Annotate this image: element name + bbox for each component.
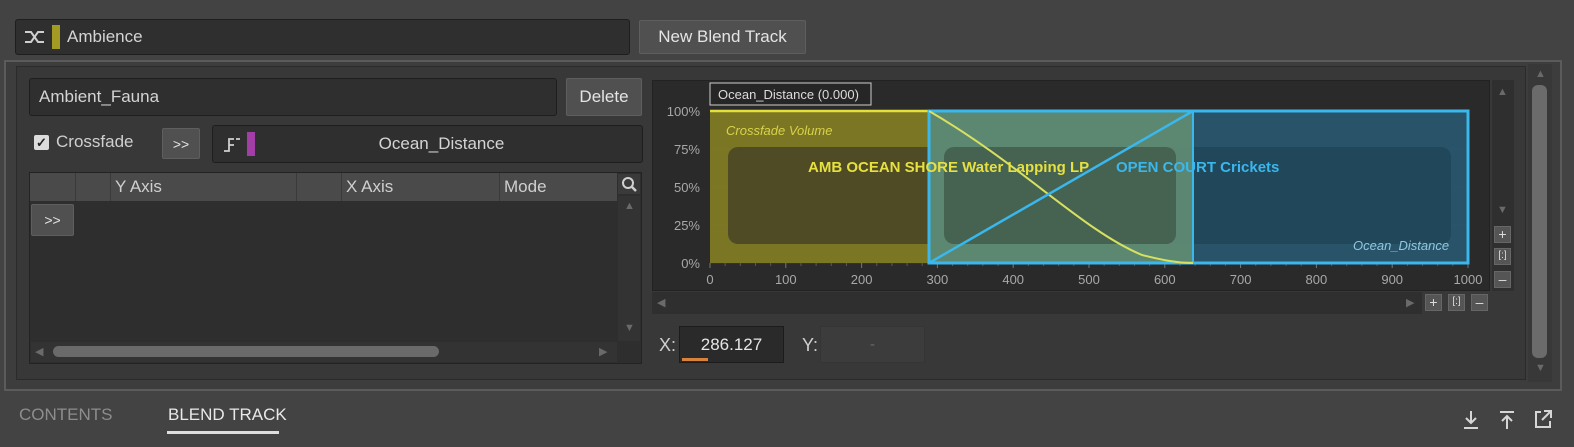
x-tick-label: 400 — [1002, 272, 1024, 287]
grid-col-mode[interactable]: Mode — [500, 173, 617, 201]
add-rtpc-button[interactable]: >> — [31, 204, 74, 236]
zoom-in-x-icon[interactable]: + — [1425, 294, 1442, 311]
panel-scroll-thumb[interactable] — [1532, 85, 1547, 358]
y-tick-label: 50% — [674, 180, 700, 195]
axis-parameter-label: Ocean_Distance — [1353, 238, 1449, 253]
blend-track-name-field[interactable]: Ambient_Fauna — [29, 78, 557, 116]
y-tick-label: 0% — [681, 256, 700, 271]
scroll-right-arrow[interactable]: ▶ — [1406, 296, 1414, 309]
download-icon[interactable] — [1461, 409, 1481, 431]
crossfade-volume-label: Crossfade Volume — [726, 123, 832, 138]
x-tick-label: 1000 — [1454, 272, 1483, 287]
y-tick-label: 25% — [674, 218, 700, 233]
upload-icon[interactable] — [1497, 409, 1517, 431]
fit-y-icon[interactable]: [:] — [1494, 248, 1511, 265]
scroll-down-arrow[interactable]: ▼ — [624, 322, 635, 334]
delete-button[interactable]: Delete — [566, 78, 642, 116]
x-tick-label: 600 — [1154, 272, 1176, 287]
container-color-swatch — [52, 25, 60, 49]
scroll-left-arrow[interactable]: ◀ — [657, 296, 665, 309]
search-icon[interactable] — [618, 174, 640, 194]
pop-out-icon[interactable] — [1533, 408, 1553, 430]
fit-x-icon[interactable]: [:] — [1448, 294, 1465, 311]
x-value-slider-bar[interactable] — [682, 358, 708, 361]
blend-container-icon — [25, 31, 44, 43]
object-2-name: OPEN COURT Crickets — [1116, 159, 1279, 176]
x-tick-label: 900 — [1381, 272, 1403, 287]
crossfade-label: Crossfade — [56, 132, 134, 151]
grid-vertical-scrollbar[interactable]: ▲ ▼ — [618, 196, 640, 341]
scroll-right-arrow[interactable]: ▶ — [599, 345, 607, 358]
zoom-out-x-icon[interactable]: – — [1471, 294, 1488, 311]
x-tick-label: 0 — [706, 272, 713, 287]
grid-col-4[interactable] — [297, 173, 342, 201]
scroll-up-arrow[interactable]: ▲ — [1535, 68, 1546, 80]
x-tick-label: 100 — [775, 272, 797, 287]
scroll-down-arrow[interactable]: ▼ — [1497, 204, 1508, 216]
x-tick-label: 200 — [851, 272, 873, 287]
y-label: Y: — [802, 335, 819, 355]
grid-col-2[interactable] — [76, 173, 111, 201]
active-tab-indicator — [167, 431, 279, 434]
scroll-up-arrow[interactable]: ▲ — [1497, 86, 1508, 98]
zoom-in-y-icon[interactable]: + — [1494, 226, 1511, 243]
scroll-down-arrow[interactable]: ▼ — [1535, 362, 1546, 374]
tab-contents[interactable]: CONTENTS — [19, 405, 113, 425]
grid-col-1[interactable] — [30, 173, 76, 201]
crossfade-checkbox[interactable]: ✓ — [34, 135, 49, 150]
new-blend-track-button[interactable]: New Blend Track — [639, 20, 806, 54]
x-label: X: — [659, 335, 677, 355]
graph-horizontal-scrollbar[interactable]: ◀ ▶ — [652, 292, 1422, 314]
parameter-color-swatch — [247, 132, 255, 156]
x-tick-label: 700 — [1230, 272, 1252, 287]
grid-col-y-axis[interactable]: Y Axis — [111, 173, 297, 201]
scroll-up-arrow[interactable]: ▲ — [624, 200, 635, 212]
object-1-name: AMB OCEAN SHORE Water Lapping LP — [808, 159, 1089, 176]
x-tick-label: 800 — [1306, 272, 1328, 287]
grid-header: Y Axis X Axis Mode — [30, 173, 617, 201]
grid-scroll-thumb[interactable] — [53, 346, 439, 357]
game-parameter-icon — [224, 138, 240, 152]
blend-track-name: Ambient_Fauna — [39, 87, 160, 106]
zoom-out-y-icon[interactable]: – — [1494, 271, 1511, 288]
game-parameter-field[interactable]: Ocean_Distance — [212, 125, 643, 163]
tooltip-text: Ocean_Distance (0.000) — [718, 87, 859, 102]
y-value-field: - — [820, 326, 925, 363]
tab-blend-track[interactable]: BLEND TRACK — [168, 405, 287, 425]
container-name-field[interactable]: Ambience — [15, 19, 630, 55]
container-name: Ambience — [67, 27, 143, 46]
y-tick-label: 75% — [674, 142, 700, 157]
x-tick-label: 300 — [927, 272, 949, 287]
y-tick-label: 100% — [667, 104, 701, 119]
grid-col-x-axis[interactable]: X Axis — [342, 173, 500, 201]
blend-graph-canvas[interactable]: Crossfade Volume AMB OCEAN SHORE Water L… — [652, 80, 1490, 291]
scroll-left-arrow[interactable]: ◀ — [35, 345, 43, 358]
parameter-select-button[interactable]: >> — [162, 128, 200, 159]
x-tick-label: 500 — [1078, 272, 1100, 287]
parameter-name: Ocean_Distance — [378, 134, 505, 153]
